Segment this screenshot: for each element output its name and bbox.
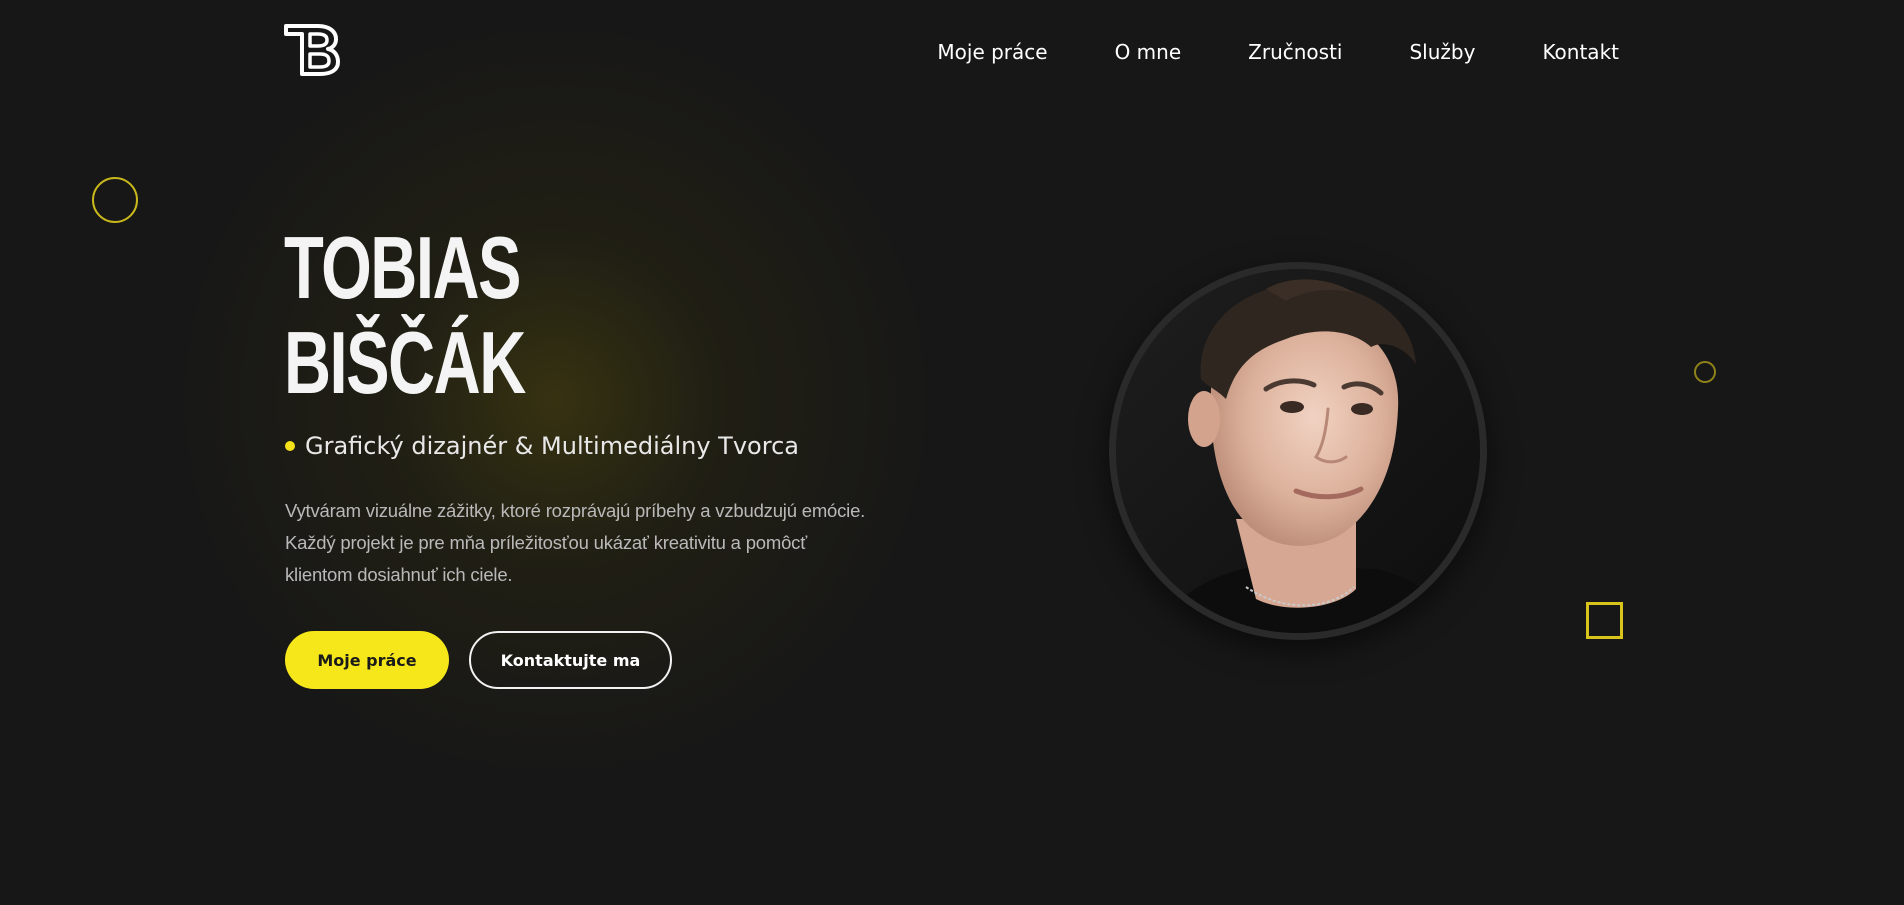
decorative-circle-icon <box>92 177 138 223</box>
portrait-image <box>1116 269 1480 633</box>
profile-photo <box>1116 269 1480 633</box>
my-work-button[interactable]: Moje práce <box>285 631 449 689</box>
main-nav: Moje práce O mne Zručnosti Služby Kontak… <box>937 38 1619 66</box>
nav-item-o-mne[interactable]: O mne <box>1115 38 1182 66</box>
decorative-small-circle-icon <box>1694 361 1716 383</box>
hero-name-first: TOBIAS <box>284 218 521 317</box>
hero-name: TOBIAS BIŠČÁK <box>284 218 526 412</box>
tb-logo-icon[interactable] <box>284 24 340 76</box>
hero-subtitle: Grafický dizajnér & Multimediálny Tvorca <box>305 432 799 460</box>
hero-name-last: BIŠČÁK <box>284 313 526 412</box>
hero-page: Moje práce O mne Zručnosti Služby Kontak… <box>0 0 1904 905</box>
hero-subtitle-row: Grafický dizajnér & Multimediálny Tvorca <box>285 430 799 462</box>
decorative-square-icon <box>1586 602 1623 639</box>
nav-item-kontakt[interactable]: Kontakt <box>1542 38 1619 66</box>
nav-item-moje-prace[interactable]: Moje práce <box>937 38 1047 66</box>
nav-item-sluzby[interactable]: Služby <box>1409 38 1475 66</box>
bullet-dot-icon <box>285 441 295 451</box>
hero-description: Vytváram vizuálne zážitky, ktoré rozpráv… <box>285 500 866 585</box>
contact-button[interactable]: Kontaktujte ma <box>469 631 672 689</box>
nav-item-zrucnosti[interactable]: Zručnosti <box>1248 38 1342 66</box>
